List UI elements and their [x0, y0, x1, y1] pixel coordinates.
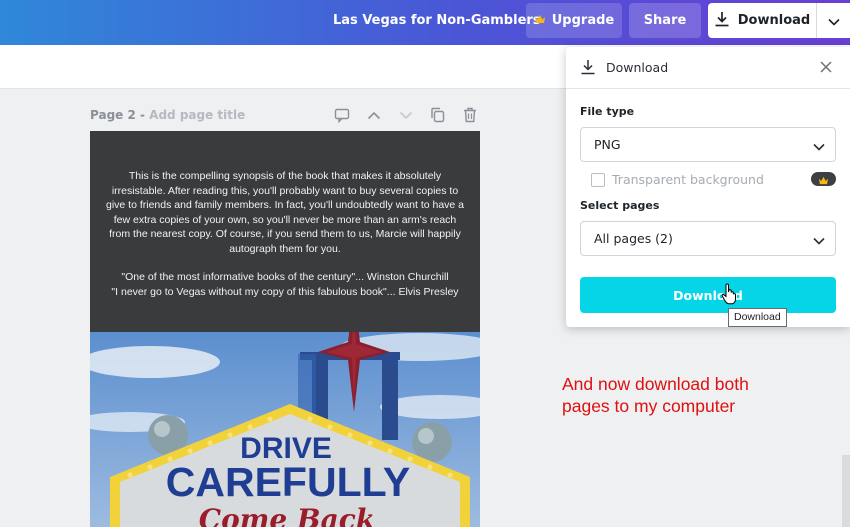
select-pages-dropdown[interactable]: All pages (2) — [580, 221, 836, 256]
page-canvas[interactable]: This is the compelling synopsis of the b… — [90, 131, 480, 527]
page-label-separator: - — [135, 108, 150, 122]
annotation-line-1: And now download both — [562, 374, 749, 394]
crown-icon — [534, 13, 546, 28]
annotation-line-2: pages to my computer — [562, 396, 736, 416]
download-button[interactable]: Download — [708, 3, 816, 38]
select-pages-value: All pages (2) — [594, 231, 673, 246]
file-type-select[interactable]: PNG — [580, 127, 836, 162]
page-label: Page 2 - Add page title — [90, 108, 245, 122]
arrow-up-icon[interactable] — [363, 106, 384, 124]
pro-badge — [811, 172, 836, 186]
upgrade-button[interactable]: Upgrade — [526, 3, 622, 38]
page-title-input[interactable]: Add page title — [149, 108, 245, 122]
upgrade-label: Upgrade — [551, 13, 615, 28]
page-tools — [331, 106, 480, 124]
transparent-background-label: Transparent background — [612, 172, 764, 187]
file-type-value: PNG — [594, 137, 621, 152]
synopsis-text[interactable]: This is the compelling synopsis of the b… — [104, 169, 466, 257]
comment-icon[interactable] — [331, 106, 352, 124]
sign-text-carefully: CAREFULLY — [166, 459, 411, 505]
quote-churchill: "One of the most informative books of th… — [121, 271, 449, 283]
download-button-label: Download — [737, 13, 811, 28]
arrow-down-icon[interactable] — [395, 106, 416, 124]
vegas-sign-photo[interactable]: DRIVE CAREFULLY Come Back — [90, 332, 480, 527]
scrollbar[interactable] — [842, 455, 850, 527]
download-icon — [580, 59, 596, 79]
instruction-annotation: And now download both pages to my comput… — [562, 373, 812, 417]
download-panel-title: Download — [606, 60, 669, 75]
chevron-down-icon — [827, 11, 840, 30]
hand-cursor-icon — [721, 283, 737, 309]
download-panel-header: Download — [566, 47, 850, 89]
document-title[interactable]: Las Vegas for Non-Gamblers — [333, 13, 541, 28]
transparent-background-option[interactable]: Transparent background — [591, 172, 764, 187]
duplicate-icon[interactable] — [427, 106, 448, 124]
crown-icon — [818, 170, 829, 189]
close-icon[interactable] — [818, 59, 834, 75]
download-options-button[interactable] — [816, 3, 850, 38]
trash-icon[interactable] — [459, 106, 480, 124]
share-label: Share — [643, 13, 687, 28]
panel-download-button[interactable]: Download — [580, 277, 836, 313]
page-number: Page 2 — [90, 108, 136, 122]
chevron-down-icon — [813, 233, 825, 248]
download-tooltip: Download — [728, 308, 787, 327]
download-panel: Download File type PNG Transparent backg… — [566, 47, 850, 327]
chevron-down-icon — [813, 139, 825, 154]
sign-text-come-back: Come Back — [199, 503, 375, 527]
download-icon — [714, 11, 730, 31]
share-button[interactable]: Share — [629, 3, 701, 38]
quotes-text[interactable]: "One of the most informative books of th… — [104, 270, 466, 299]
quote-presley: "I never go to Vegas without my copy of … — [111, 285, 459, 298]
top-bar: Las Vegas for Non-Gamblers Upgrade Share… — [0, 0, 850, 45]
file-type-label: File type — [580, 105, 635, 118]
select-pages-label: Select pages — [580, 199, 660, 212]
synopsis-block[interactable]: This is the compelling synopsis of the b… — [90, 131, 480, 332]
transparent-background-checkbox[interactable] — [591, 172, 605, 187]
